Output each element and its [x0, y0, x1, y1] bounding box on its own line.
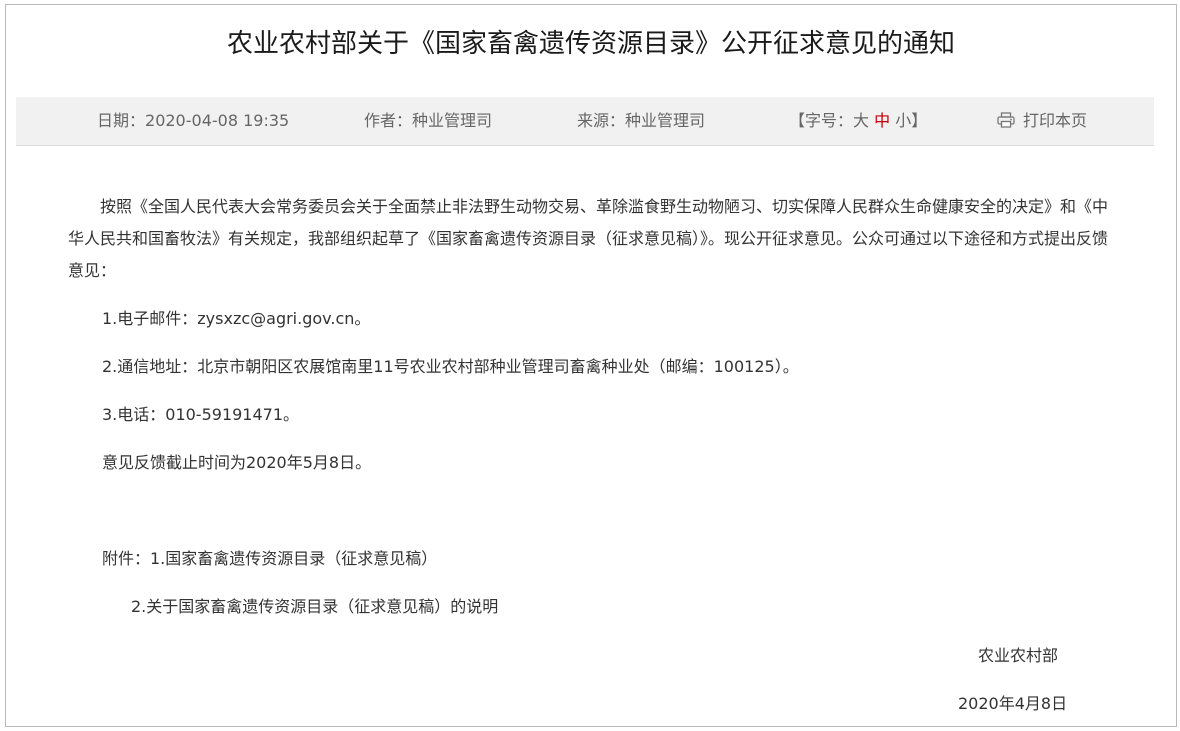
page-title: 农业农村部关于《国家畜禽遗传资源目录》公开征求意见的通知	[226, 29, 955, 59]
font-size-selector: 【字号：大 中 小】	[789, 97, 927, 145]
meta-author-label: 作者：	[364, 111, 413, 130]
font-size-suffix: 】	[911, 111, 928, 130]
article-meta-bar: 日期：2020-04-08 19:35 作者：种业管理司 来源：种业管理司 【字…	[16, 97, 1154, 146]
print-page-label: 打印本页	[1023, 111, 1088, 130]
meta-date-label: 日期：	[97, 111, 146, 130]
meta-source-value: 种业管理司	[625, 111, 706, 130]
print-page-button[interactable]: 打印本页	[997, 97, 1087, 145]
contact-email: 1.电子邮件：zysxzc@agri.gov.cn。	[102, 309, 371, 328]
attachment-link-2[interactable]: 2.关于国家畜禽遗传资源目录（征求意见稿）的说明	[68, 591, 1171, 623]
meta-date-value: 2020-04-08 19:35	[145, 111, 290, 130]
contact-phone: 3.电话：010-59191471。	[102, 405, 300, 424]
contact-address: 2.通信地址：北京市朝阳区农展馆南里11号农业农村部种业管理司畜禽种业处（邮编：…	[102, 357, 799, 376]
signature-org: 农业农村部	[978, 646, 1059, 665]
font-size-small-link[interactable]: 小	[895, 111, 911, 130]
font-size-prefix: 【字号：	[789, 111, 854, 130]
font-size-large-link[interactable]: 大	[853, 111, 869, 130]
meta-author-value: 种业管理司	[412, 111, 493, 130]
meta-date: 日期：2020-04-08 19:35	[97, 97, 289, 145]
meta-author: 作者：种业管理司	[364, 97, 492, 145]
attachment-link-1[interactable]: 附件：1.国家畜禽遗传资源目录（征求意见稿）	[68, 543, 1142, 575]
meta-source: 来源：种业管理司	[577, 97, 705, 145]
meta-source-label: 来源：	[577, 111, 626, 130]
font-size-medium-link[interactable]: 中	[874, 111, 890, 130]
intro-paragraph: 按照《全国人民代表大会常务委员会关于全面禁止非法野生动物交易、革除滥食野生动物陋…	[68, 197, 1109, 280]
article-frame: 农业农村部关于《国家畜禽遗传资源目录》公开征求意见的通知 日期：2020-04-…	[5, 4, 1177, 727]
signature-date: 2020年4月8日	[958, 694, 1068, 713]
printer-icon	[997, 112, 1015, 128]
feedback-deadline: 意见反馈截止时间为2020年5月8日。	[102, 453, 372, 472]
